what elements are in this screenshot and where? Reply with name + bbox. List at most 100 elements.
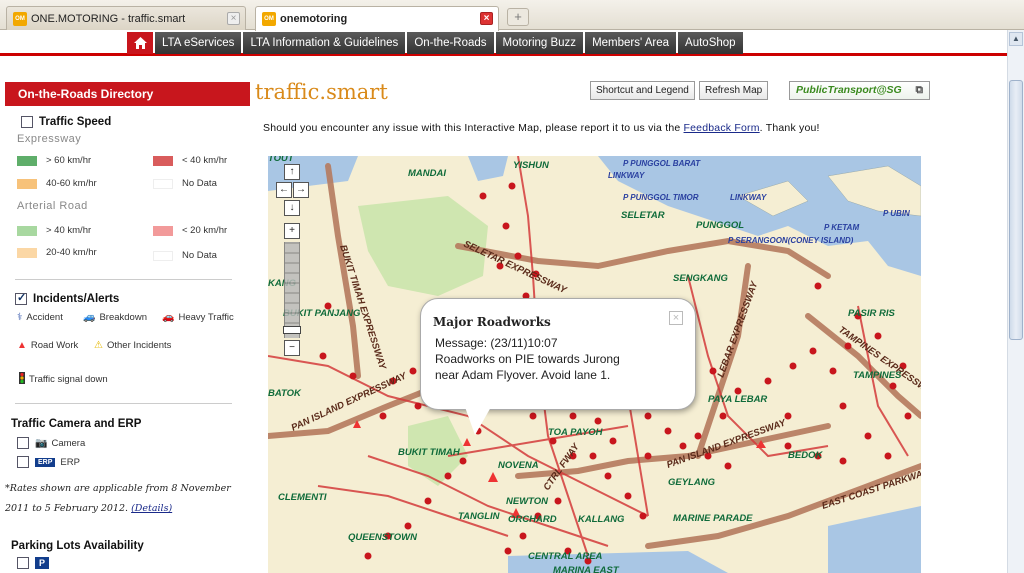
traffic-marker[interactable] bbox=[724, 462, 732, 470]
pan-left-button[interactable]: ← bbox=[276, 182, 292, 198]
notice-text: Should you encounter any issue with this… bbox=[263, 122, 684, 134]
traffic-marker[interactable] bbox=[644, 412, 652, 420]
traffic-marker[interactable] bbox=[784, 412, 792, 420]
feedback-form-link[interactable]: Feedback Form bbox=[684, 122, 760, 134]
divider bbox=[15, 279, 232, 280]
tab-onemotoring[interactable]: OM onemotoring × bbox=[255, 6, 499, 31]
traffic-speed-checkbox[interactable] bbox=[21, 116, 33, 129]
traffic-marker[interactable] bbox=[379, 412, 387, 420]
traffic-marker[interactable] bbox=[414, 402, 422, 410]
traffic-marker[interactable] bbox=[814, 282, 822, 290]
traffic-marker[interactable] bbox=[424, 497, 432, 505]
traffic-marker[interactable] bbox=[639, 512, 647, 520]
map-label: GEYLANG bbox=[668, 477, 716, 488]
traffic-marker[interactable] bbox=[784, 442, 792, 450]
details-link[interactable]: (Details) bbox=[131, 503, 172, 514]
traffic-marker[interactable] bbox=[409, 367, 417, 375]
traffic-speed-toggle[interactable]: Traffic Speed bbox=[21, 116, 111, 129]
nav-on-the-roads[interactable]: On-the-Roads bbox=[407, 32, 494, 54]
erp-label: ERP bbox=[60, 456, 80, 468]
erp-checkbox[interactable] bbox=[17, 456, 29, 468]
tab-traffic-smart[interactable]: OM ONE.MOTORING - traffic.smart × bbox=[6, 6, 246, 30]
public-transport-button[interactable]: PublicTransport@SG ⧉ bbox=[789, 81, 930, 100]
traffic-marker[interactable] bbox=[829, 367, 837, 375]
traffic-marker[interactable] bbox=[504, 547, 512, 555]
traffic-marker[interactable] bbox=[719, 412, 727, 420]
traffic-marker[interactable] bbox=[479, 192, 487, 200]
nav-lta-eservices[interactable]: LTA eServices bbox=[155, 32, 242, 54]
shortcut-legend-button[interactable]: Shortcut and Legend bbox=[590, 81, 695, 100]
map-label: BUKIT TIMAH bbox=[398, 447, 461, 458]
traffic-marker[interactable] bbox=[319, 352, 327, 360]
camera-toggle[interactable]: 📷 Camera bbox=[17, 437, 85, 449]
traffic-marker[interactable] bbox=[529, 412, 537, 420]
traffic-marker[interactable] bbox=[839, 402, 847, 410]
parking-checkbox[interactable] bbox=[17, 557, 29, 569]
scrollbar-thumb[interactable] bbox=[1009, 80, 1023, 340]
legend-art-nodata: No Data bbox=[153, 250, 217, 261]
traffic-marker[interactable] bbox=[874, 332, 882, 340]
traffic-marker[interactable] bbox=[624, 492, 632, 500]
incidents-toggle[interactable]: Incidents/Alerts bbox=[15, 291, 119, 306]
traffic-marker[interactable] bbox=[589, 452, 597, 460]
pan-right-button[interactable]: → bbox=[293, 182, 309, 198]
legend-swatch bbox=[17, 178, 37, 189]
traffic-marker[interactable] bbox=[844, 342, 852, 350]
traffic-marker[interactable] bbox=[884, 452, 892, 460]
traffic-marker[interactable] bbox=[644, 452, 652, 460]
traffic-marker[interactable] bbox=[519, 532, 527, 540]
traffic-marker[interactable] bbox=[514, 252, 522, 260]
traffic-marker[interactable] bbox=[664, 427, 672, 435]
traffic-marker[interactable] bbox=[604, 472, 612, 480]
traffic-marker[interactable] bbox=[569, 412, 577, 420]
traffic-marker[interactable] bbox=[609, 437, 617, 445]
traffic-marker[interactable] bbox=[508, 182, 516, 190]
traffic-marker[interactable] bbox=[694, 432, 702, 440]
scroll-up-icon[interactable]: ▲ bbox=[1009, 32, 1023, 46]
traffic-marker[interactable] bbox=[839, 457, 847, 465]
traffic-marker[interactable] bbox=[764, 377, 772, 385]
traffic-marker[interactable] bbox=[349, 372, 357, 380]
new-tab-button[interactable]: + bbox=[507, 8, 529, 26]
traffic-marker[interactable] bbox=[459, 457, 467, 465]
zoom-in-button[interactable]: + bbox=[284, 223, 300, 239]
page-scrollbar[interactable]: ▲ bbox=[1007, 30, 1024, 573]
popup-close-button[interactable]: × bbox=[669, 311, 683, 325]
traffic-marker[interactable] bbox=[889, 382, 897, 390]
traffic-marker[interactable] bbox=[679, 442, 687, 450]
nav-lta-information[interactable]: LTA Information & Guidelines bbox=[243, 32, 406, 54]
parking-toggle[interactable]: P bbox=[17, 557, 50, 569]
close-tab-icon[interactable]: × bbox=[227, 12, 240, 25]
map-label: YISHUN bbox=[513, 160, 550, 171]
traffic-marker[interactable] bbox=[502, 222, 510, 230]
zoom-slider[interactable] bbox=[284, 242, 300, 338]
pan-up-button[interactable]: ↑ bbox=[284, 164, 300, 180]
traffic-marker[interactable] bbox=[549, 437, 557, 445]
nav-autoshop[interactable]: AutoShop bbox=[678, 32, 743, 54]
traffic-marker[interactable] bbox=[809, 347, 817, 355]
zoom-out-button[interactable]: − bbox=[284, 340, 300, 356]
popup-line: Message: (23/11)10:07 bbox=[435, 336, 558, 350]
traffic-marker[interactable] bbox=[904, 412, 912, 420]
incidents-checkbox[interactable] bbox=[15, 291, 27, 306]
zoom-slider-thumb[interactable] bbox=[283, 326, 301, 334]
traffic-marker[interactable] bbox=[864, 432, 872, 440]
camera-checkbox[interactable] bbox=[17, 437, 29, 449]
close-tab-icon[interactable]: × bbox=[480, 12, 493, 25]
traffic-marker[interactable] bbox=[554, 497, 562, 505]
onemotoring-favicon-icon: OM bbox=[13, 11, 27, 26]
pan-down-button[interactable]: ↓ bbox=[284, 200, 300, 216]
traffic-marker[interactable] bbox=[789, 362, 797, 370]
traffic-marker[interactable] bbox=[364, 552, 372, 560]
page-title: traffic.smart bbox=[255, 80, 388, 104]
nav-members-area[interactable]: Members' Area bbox=[585, 32, 677, 54]
breakdown-icon: 🚙 bbox=[83, 312, 96, 323]
home-button[interactable] bbox=[127, 32, 153, 54]
traffic-marker[interactable] bbox=[444, 472, 452, 480]
traffic-marker[interactable] bbox=[404, 522, 412, 530]
refresh-map-button[interactable]: Refresh Map bbox=[699, 81, 769, 100]
popup-pointer bbox=[465, 407, 491, 435]
traffic-marker[interactable] bbox=[594, 417, 602, 425]
nav-motoring-buzz[interactable]: Motoring Buzz bbox=[495, 32, 584, 54]
erp-toggle[interactable]: ERP ERP bbox=[17, 456, 80, 468]
